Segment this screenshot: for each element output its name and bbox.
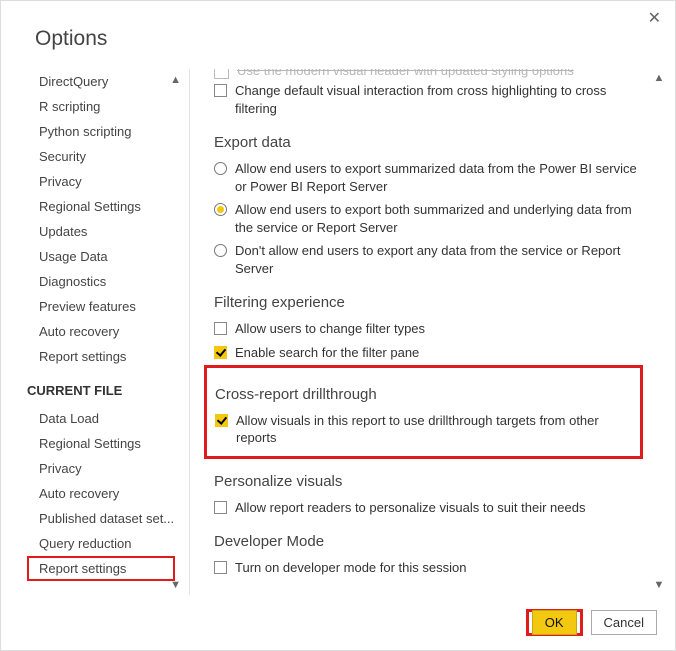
nav-item-report-settings[interactable]: Report settings — [27, 556, 175, 581]
content-panel: Use the modern visual header with update… — [189, 69, 671, 595]
scroll-down-icon[interactable]: ▼ — [651, 580, 667, 591]
checkbox-icon[interactable] — [214, 501, 227, 514]
section-title: Export data — [214, 134, 641, 151]
dialog-title: Options — [1, 1, 675, 61]
option-label: Change default visual interaction from c… — [235, 82, 641, 117]
chevron-down-icon[interactable]: ▼ — [170, 580, 181, 591]
section-title: Developer Mode — [214, 533, 641, 550]
nav-header-current-file: CURRENT FILE — [27, 369, 187, 406]
option-row[interactable]: Allow end users to export summarized dat… — [214, 157, 641, 198]
nav-item-python-scripting[interactable]: Python scripting — [27, 119, 183, 144]
nav-item-r-scripting[interactable]: R scripting — [27, 94, 183, 119]
radio-icon[interactable] — [214, 203, 227, 216]
option-label: Allow end users to export both summarize… — [235, 201, 641, 236]
checkbox-icon[interactable] — [214, 561, 227, 574]
ok-highlight: OK — [526, 609, 583, 636]
checkbox-icon[interactable] — [214, 322, 227, 335]
section-personalize-visuals: Personalize visuals Allow report readers … — [214, 473, 641, 520]
close-icon[interactable]: ✕ — [648, 11, 661, 27]
option-label: Allow users to change filter types — [235, 320, 425, 338]
option-label: Allow end users to export summarized dat… — [235, 160, 641, 195]
nav-item-directquery[interactable]: DirectQuery — [27, 69, 183, 94]
section-export-data: Export data Allow end users to export sum… — [214, 134, 641, 280]
nav-item-updates[interactable]: Updates — [27, 219, 183, 244]
nav-item-usage-data[interactable]: Usage Data — [27, 244, 183, 269]
section-title: Personalize visuals — [214, 473, 641, 490]
nav-panel: ▲ DirectQueryR scriptingPython scripting… — [1, 69, 187, 595]
option-change-default-interaction[interactable]: Change default visual interaction from c… — [214, 79, 641, 120]
option-row[interactable]: Allow report readers to personalize visu… — [214, 496, 641, 520]
cancel-button[interactable]: Cancel — [591, 610, 657, 635]
option-row[interactable]: Allow end users to export both summarize… — [214, 198, 641, 239]
section-developer-mode: Developer Mode Turn on developer mode for… — [214, 533, 641, 580]
dialog-body: ▲ DirectQueryR scriptingPython scripting… — [1, 69, 675, 595]
scroll-up-icon[interactable]: ▲ — [651, 73, 667, 84]
checkbox-icon[interactable] — [215, 414, 228, 427]
nav-item-auto-recovery[interactable]: Auto recovery — [27, 319, 183, 344]
nav-item-auto-recovery[interactable]: Auto recovery — [27, 481, 183, 506]
nav-item-report-settings[interactable]: Report settings — [27, 344, 183, 369]
option-row[interactable]: Allow users to change filter types — [214, 317, 641, 341]
ok-button[interactable]: OK — [532, 610, 577, 635]
option-row[interactable]: Allow visuals in this report to use dril… — [215, 409, 632, 450]
section-cross-report-drillthrough: Cross-report drillthrough Allow visuals i… — [204, 365, 643, 459]
nav-item-regional-settings[interactable]: Regional Settings — [27, 431, 183, 456]
option-label: Turn on developer mode for this session — [235, 559, 466, 577]
option-row[interactable]: Don't allow end users to export any data… — [214, 239, 641, 280]
section-title: Cross-report drillthrough — [215, 386, 632, 403]
options-dialog: ✕ Options ▲ DirectQueryR scriptingPython… — [0, 0, 676, 651]
nav-item-privacy[interactable]: Privacy — [27, 169, 183, 194]
radio-icon[interactable] — [214, 244, 227, 257]
dialog-footer: OK Cancel — [526, 609, 657, 636]
option-row[interactable]: Enable search for the filter pane — [214, 341, 641, 365]
nav-item-query-reduction[interactable]: Query reduction — [27, 531, 183, 556]
section-filtering-experience: Filtering experience Allow users to chang… — [214, 294, 641, 364]
nav-item-preview-features[interactable]: Preview features — [27, 294, 183, 319]
section-title: Filtering experience — [214, 294, 641, 311]
checkbox-icon[interactable] — [214, 84, 227, 97]
scrollbar[interactable]: ▲ ▼ — [651, 69, 667, 595]
nav-item-regional-settings[interactable]: Regional Settings — [27, 194, 183, 219]
option-label: Enable search for the filter pane — [235, 344, 419, 362]
option-label: Allow report readers to personalize visu… — [235, 499, 585, 517]
chevron-up-icon[interactable]: ▲ — [170, 75, 181, 86]
truncated-option: Use the modern visual header with update… — [214, 69, 641, 79]
checkbox-icon[interactable] — [214, 346, 227, 359]
option-label: Allow visuals in this report to use dril… — [236, 412, 632, 447]
nav-item-data-load[interactable]: Data Load — [27, 406, 183, 431]
option-label: Don't allow end users to export any data… — [235, 242, 641, 277]
nav-item-diagnostics[interactable]: Diagnostics — [27, 269, 183, 294]
radio-icon[interactable] — [214, 162, 227, 175]
nav-item-security[interactable]: Security — [27, 144, 183, 169]
nav-item-privacy[interactable]: Privacy — [27, 456, 183, 481]
option-row[interactable]: Turn on developer mode for this session — [214, 556, 641, 580]
nav-item-published-dataset-set-[interactable]: Published dataset set... — [27, 506, 183, 531]
